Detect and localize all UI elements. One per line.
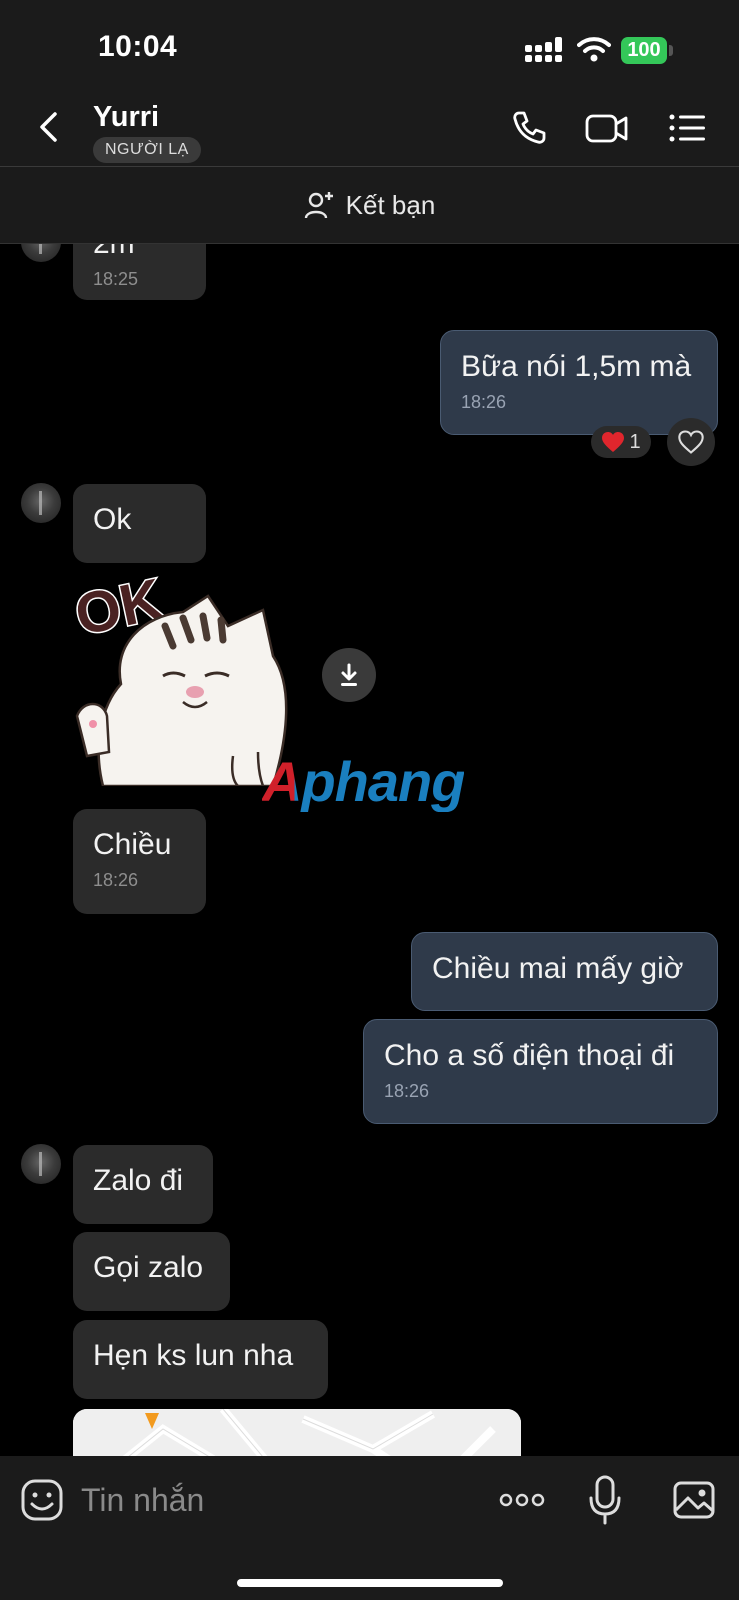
avatar[interactable]	[21, 483, 61, 523]
cellular-signal-icon	[525, 37, 562, 62]
message-bubble-incoming[interactable]: Gọi zalo	[73, 1232, 230, 1311]
message-time: 18:26	[384, 1081, 430, 1101]
message-bubble-incoming[interactable]: Ok	[73, 484, 206, 563]
chat-header: Yurri NGƯỜI LẠ	[0, 95, 739, 167]
like-button[interactable]	[667, 418, 715, 466]
message-text: Bữa nói 1,5m mà	[461, 350, 692, 383]
battery-indicator: 100	[621, 37, 667, 64]
phone-call-icon[interactable]	[508, 107, 550, 149]
heart-outline-icon	[678, 430, 704, 454]
message-text: 2m	[93, 244, 135, 260]
message-text: Gọi zalo	[93, 1251, 204, 1284]
message-text: Ok	[93, 503, 132, 536]
message-bubble-incoming[interactable]: Chiều 18:26	[73, 809, 206, 914]
message-text: Hẹn ks lun nha	[93, 1339, 294, 1372]
message-bubble-incoming[interactable]: 2m 18:25	[73, 244, 206, 300]
add-friend-label: Kết bạn	[345, 189, 436, 220]
message-input[interactable]: Tin nhắn	[81, 1482, 204, 1519]
message-time: 18:26	[461, 392, 507, 412]
status-bar: 10:04 100	[0, 0, 739, 95]
message-text: Chiều	[93, 828, 172, 861]
message-bubble-outgoing[interactable]: Cho a số điện thoại đi 18:26	[363, 1019, 718, 1124]
microphone-icon[interactable]	[583, 1474, 627, 1526]
image-gallery-icon[interactable]	[672, 1478, 716, 1522]
reaction-count: 1	[629, 430, 641, 453]
back-arrow-icon[interactable]	[30, 107, 70, 147]
message-text: Chiều mai mấy giờ	[432, 952, 684, 985]
stranger-badge: NGƯỜI LẠ	[93, 137, 201, 163]
watermark-logo: Aphang	[262, 750, 465, 813]
wifi-icon	[577, 37, 611, 62]
avatar[interactable]	[21, 1144, 61, 1184]
reaction-pill[interactable]: 1	[591, 426, 651, 458]
add-friend-button[interactable]: Kết bạn	[0, 167, 739, 244]
video-call-icon[interactable]	[584, 107, 630, 149]
heart-reaction-icon	[602, 432, 625, 452]
status-time: 10:04	[98, 30, 178, 63]
add-friend-icon	[304, 192, 333, 219]
message-bubble-incoming[interactable]: Zalo đi	[73, 1145, 213, 1224]
message-bubble-outgoing[interactable]: Bữa nói 1,5m mà 18:26	[440, 330, 718, 435]
message-list[interactable]: 2m 18:25 Bữa nói 1,5m mà 18:26 1 Ok OK	[0, 244, 739, 1456]
home-indicator[interactable]	[237, 1579, 503, 1587]
download-icon	[341, 663, 357, 686]
map-preview	[73, 1409, 521, 1456]
emoji-icon[interactable]	[20, 1478, 64, 1522]
download-button[interactable]	[322, 648, 376, 702]
message-text: Cho a số điện thoại đi	[384, 1039, 675, 1072]
message-time: 18:26	[93, 870, 139, 890]
message-text: Zalo đi	[93, 1164, 184, 1197]
message-bubble-incoming[interactable]: Hẹn ks lun nha	[73, 1320, 328, 1399]
menu-list-icon[interactable]	[667, 107, 709, 149]
message-input-bar: Tin nhắn	[0, 1456, 739, 1600]
avatar[interactable]	[21, 244, 61, 262]
message-bubble-outgoing[interactable]: Chiều mai mấy giờ	[411, 932, 718, 1011]
location-map-card[interactable]	[73, 1409, 521, 1456]
message-time: 18:25	[93, 269, 139, 289]
contact-name[interactable]: Yurri	[93, 101, 159, 134]
more-options-icon[interactable]	[498, 1478, 546, 1522]
battery-tip	[669, 45, 673, 56]
